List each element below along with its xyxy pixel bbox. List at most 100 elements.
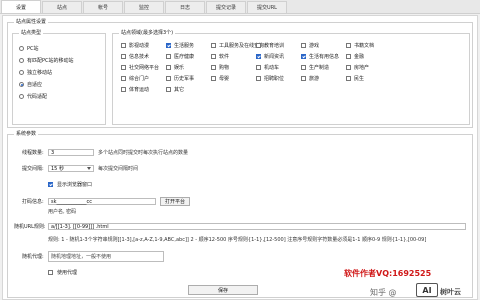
checkbox-icon[interactable] (301, 76, 306, 81)
site-domain-item[interactable]: 机动车 (256, 64, 298, 71)
site-domain-item[interactable]: 旅游 (301, 75, 343, 82)
site-domain-item[interactable]: 其它 (166, 86, 208, 93)
site-domain-item[interactable]: 金融 (346, 53, 388, 60)
show-browser-label: 显示浏览器窗口 (57, 182, 93, 188)
site-type-option[interactable]: 自适应 (19, 80, 74, 88)
site-type-label: 自适应 (27, 81, 43, 88)
site-type-option[interactable]: 有匹配PC站的移动站 (19, 56, 74, 64)
show-browser-checkbox[interactable] (48, 182, 53, 187)
checkbox-icon[interactable] (211, 54, 216, 59)
site-domain-item[interactable]: 综合门户 (121, 75, 163, 82)
checkbox-icon[interactable] (256, 43, 261, 48)
checkbox-icon[interactable] (301, 65, 306, 70)
platform-input[interactable]: sk____________cc (48, 198, 156, 205)
checkbox-icon[interactable] (121, 43, 126, 48)
proxy-input[interactable]: 随机地理地址，一般不使用 (48, 251, 164, 262)
random-url-label: 随机URL规则: (14, 224, 46, 230)
tab-submit-records[interactable]: 提交记录 (206, 1, 246, 13)
site-domain-item[interactable]: 书籍文档 (346, 42, 388, 49)
use-proxy-row[interactable]: 使用代理 (48, 269, 77, 276)
site-domain-item[interactable]: 招聘职位 (256, 75, 298, 82)
radio-icon[interactable] (19, 81, 24, 87)
checkbox-icon[interactable] (121, 76, 126, 81)
site-domain-item[interactable]: 软件 (211, 53, 253, 60)
checkbox-icon[interactable] (346, 65, 351, 70)
random-url-row: 随机URL规则: a/[[1-3]. [[0-99]]] .html (14, 223, 466, 230)
site-domain-item[interactable]: 民生 (346, 75, 388, 82)
random-url-rule-row: 规则: 1 - 随机1-3个字符串规则[[1-3],[a-z,A-Z,1-9,A… (48, 236, 426, 243)
site-domain-item[interactable]: 体育运动 (121, 86, 163, 93)
checkbox-icon[interactable] (301, 54, 306, 59)
radio-icon[interactable] (19, 57, 24, 63)
radio-icon[interactable] (19, 69, 24, 75)
tab-submit-url[interactable]: 提交URL (247, 1, 287, 13)
tab-bar: 设置 站点 帐号 监控 日志 提交记录 提交URL (0, 0, 480, 14)
system-title: 系统参数 (14, 131, 39, 138)
site-domain-item[interactable]: 工具服务及在线查询 (211, 42, 264, 49)
checkbox-icon[interactable] (166, 76, 171, 81)
site-domain-item[interactable]: 信息技术 (121, 53, 163, 60)
checkbox-icon[interactable] (211, 76, 216, 81)
checkbox-icon[interactable] (346, 76, 351, 81)
site-domain-item[interactable]: 生活服务 (166, 42, 208, 49)
interval-hint: 每次提交间隔时间 (98, 166, 139, 172)
checkbox-icon[interactable] (166, 43, 171, 48)
site-domain-item[interactable]: 历史军事 (166, 75, 208, 82)
radio-icon[interactable] (19, 93, 24, 99)
checkbox-icon[interactable] (166, 54, 171, 59)
site-domain-title: 站点领域(最多选择3个) (119, 30, 176, 37)
show-browser-row[interactable]: 显示浏览器窗口 (48, 181, 92, 188)
site-type-option[interactable]: PC站 (19, 44, 74, 52)
checkbox-icon[interactable] (166, 87, 171, 92)
site-domain-label: 其它 (174, 87, 185, 93)
site-domain-item[interactable]: 母婴 (211, 75, 253, 82)
site-domain-item[interactable]: 生活有用信息 (301, 53, 343, 60)
tab-log[interactable]: 日志 (165, 1, 205, 13)
site-domain-item[interactable]: 娱乐 (166, 64, 208, 71)
site-domain-item[interactable]: 新闻资讯 (256, 53, 298, 60)
checkbox-icon[interactable] (211, 43, 216, 48)
brand-name: 树叶云 (440, 288, 461, 296)
site-type-option[interactable]: 代码适配 (19, 92, 74, 100)
site-settings-group: 站点属性设置 站点类型 PC站 有匹配PC站的移动站 独立移动站 自适应 代码适配 站点… (7, 19, 473, 128)
site-domain-label: 教育培训 (264, 43, 285, 49)
site-domain-item[interactable]: 游戏 (301, 42, 343, 49)
site-domain-item[interactable]: 社交网络平台 (121, 64, 163, 71)
checkbox-icon[interactable] (346, 43, 351, 48)
use-proxy-label: 使用代理 (57, 270, 78, 276)
interval-label: 提交间隔: (22, 166, 44, 172)
save-button[interactable]: 保存 (188, 285, 258, 295)
random-url-input[interactable]: a/[[1-3]. [[0-99]]] .html (48, 223, 466, 230)
site-domain-label: 生活服务 (174, 43, 195, 49)
interval-select[interactable]: 15 秒 (48, 165, 94, 172)
tab-monitor[interactable]: 监控 (124, 1, 164, 13)
checkbox-icon[interactable] (211, 65, 216, 70)
site-type-option[interactable]: 独立移动站 (19, 68, 74, 76)
site-domain-item[interactable]: 房地产 (346, 64, 388, 71)
checkbox-icon[interactable] (256, 54, 261, 59)
site-domain-label: 房地产 (354, 65, 370, 71)
checkbox-icon[interactable] (121, 65, 126, 70)
site-domain-label: 生产制造 (309, 65, 330, 71)
site-domain-item[interactable]: 影视动漫 (121, 42, 163, 49)
checkbox-icon[interactable] (346, 54, 351, 59)
checkbox-icon[interactable] (256, 65, 261, 70)
tab-settings[interactable]: 设置 (1, 0, 41, 13)
site-domain-label: 机动车 (264, 65, 280, 71)
site-domain-label: 书籍文档 (354, 43, 375, 49)
checkbox-icon[interactable] (256, 76, 261, 81)
checkbox-icon[interactable] (121, 54, 126, 59)
tab-sites[interactable]: 站点 (42, 1, 82, 13)
threads-input[interactable]: 3 (48, 149, 94, 156)
tab-accounts[interactable]: 帐号 (83, 1, 123, 13)
site-domain-item[interactable]: 购物 (211, 64, 253, 71)
open-platform-button[interactable]: 打开平台 (160, 197, 190, 206)
checkbox-icon[interactable] (166, 65, 171, 70)
site-domain-item[interactable]: 教育培训 (256, 42, 298, 49)
site-domain-item[interactable]: 生产制造 (301, 64, 343, 71)
checkbox-icon[interactable] (301, 43, 306, 48)
use-proxy-checkbox[interactable] (48, 270, 53, 275)
radio-icon[interactable] (19, 45, 24, 51)
site-domain-item[interactable]: 医疗健康 (166, 53, 208, 60)
checkbox-icon[interactable] (121, 87, 126, 92)
